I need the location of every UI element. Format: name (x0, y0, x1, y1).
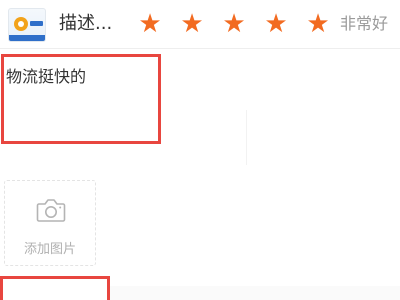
brand-logo-strip (30, 21, 43, 26)
description-rating-row: 描述... ★ ★ ★ ★ ★ 非常好 (0, 0, 400, 48)
add-photo-button[interactable]: 添加图片 (4, 180, 96, 266)
brand-logo-icon (14, 17, 28, 31)
bottom-strip (110, 286, 400, 300)
star-3-icon[interactable]: ★ (220, 10, 248, 38)
add-photo-label: 添加图片 (23, 242, 76, 257)
star-5-icon[interactable]: ★ (304, 10, 332, 38)
bottom-highlight-box (0, 276, 110, 300)
thumbnail-band (9, 35, 45, 41)
description-rating-label: 描述... (59, 13, 113, 34)
comment-highlight-box (1, 54, 161, 144)
product-thumbnail (8, 8, 46, 42)
faint-divider (246, 110, 247, 165)
star-2-icon[interactable]: ★ (178, 10, 206, 38)
review-page: 描述... ★ ★ ★ ★ ★ 非常好 物流挺快的 添加图片 (0, 0, 400, 300)
star-1-icon[interactable]: ★ (136, 10, 164, 38)
rating-text: 非常好 (340, 14, 389, 33)
camera-icon (36, 199, 66, 222)
divider (0, 48, 400, 49)
star-4-icon[interactable]: ★ (262, 10, 290, 38)
